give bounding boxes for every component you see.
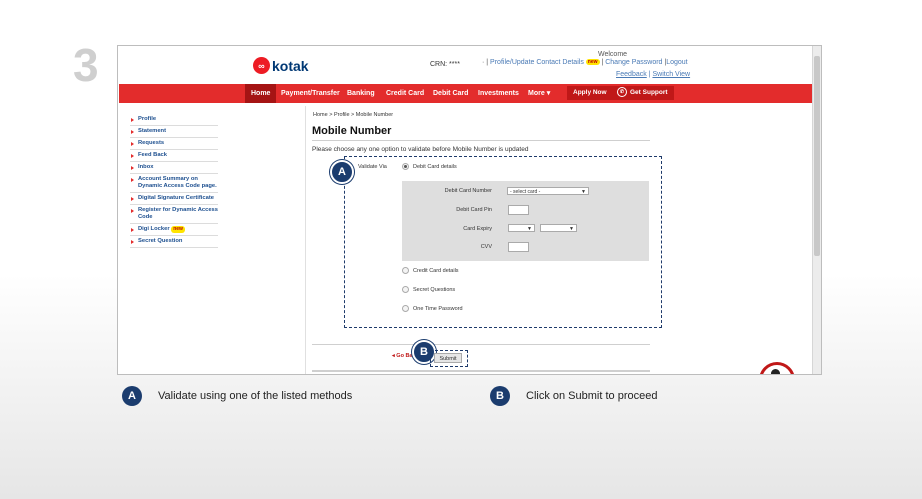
divider [305, 106, 306, 374]
card-expiry-year-select[interactable]: ▼ [540, 224, 577, 232]
change-password-link[interactable]: Change Password [605, 59, 662, 66]
sidebar-item-requests[interactable]: Requests [130, 138, 218, 150]
sidebar-item-profile[interactable]: Profile [130, 114, 218, 126]
radio-otp[interactable] [402, 305, 409, 312]
page-title: Mobile Number [312, 125, 392, 137]
option-credit-card-label: Credit Card details [413, 268, 459, 274]
select-card-value: - select card - [510, 189, 541, 195]
card-expiry-month-select[interactable]: ▼ [508, 224, 535, 232]
radio-credit-card[interactable] [402, 267, 409, 274]
debit-card-pin-label: Debit Card Pin [456, 207, 492, 213]
debit-card-panel: Debit Card Number - select card - ▼ Debit… [402, 181, 649, 261]
new-badge: new [585, 59, 600, 65]
new-badge: new [171, 226, 185, 233]
option-otp-label: One Time Password [413, 306, 463, 312]
nav-banking[interactable]: Banking [347, 84, 375, 103]
sidebar-item-inbox[interactable]: Inbox [130, 162, 218, 174]
sidebar-item-secret-question[interactable]: Secret Question [130, 236, 218, 248]
cvv-input[interactable] [508, 242, 529, 252]
sidebar-item-feedback[interactable]: Feed Back [130, 150, 218, 162]
nav-home[interactable]: Home [245, 84, 277, 103]
option-debit-card-label: Debit Card details [413, 164, 457, 170]
chevron-down-icon: ▼ [569, 226, 574, 232]
kotak-logo[interactable]: ∞ kotak [253, 57, 309, 74]
welcome-text: Welcome [598, 51, 628, 58]
scrollbar-thumb[interactable] [814, 56, 820, 256]
crn-label: CRN: **** [430, 61, 460, 68]
switch-view-link[interactable]: Switch View [652, 71, 690, 78]
support-chat-icon[interactable] [759, 362, 795, 374]
sidebar: Profile Statement Requests Feed Back Inb… [130, 114, 218, 248]
logo-text: kotak [272, 57, 309, 74]
chevron-down-icon: ▼ [527, 226, 532, 232]
legend-a-badge: A [122, 386, 142, 406]
feedback-link[interactable]: Feedback [616, 71, 647, 78]
main-nav: Home Payment/Transfer Banking Credit Car… [119, 84, 812, 103]
radio-secret-questions[interactable] [402, 286, 409, 293]
instruction-text: Please choose any one option to validate… [312, 146, 529, 153]
debit-card-number-label: Debit Card Number [444, 188, 492, 194]
legend-b: B Click on Submit to proceed [490, 386, 657, 406]
nav-more-label: More [528, 90, 545, 97]
sub-links: Feedback | Switch View [616, 71, 691, 78]
cvv-label: CVV [480, 244, 492, 250]
get-support-label: Get Support [630, 89, 668, 96]
nav-payment-transfer[interactable]: Payment/Transfer [281, 84, 340, 103]
get-support-button[interactable]: ✆ Get Support [611, 86, 674, 100]
profile-update-link[interactable]: Profile/Update Contact Details [490, 59, 584, 66]
legend-b-text: Click on Submit to proceed [526, 390, 658, 402]
sidebar-item-digi-locker[interactable]: Digi Locker new [130, 224, 218, 236]
option-secret-questions-label: Secret Questions [413, 287, 456, 293]
divider [312, 344, 650, 345]
phone-icon: ✆ [617, 87, 627, 98]
legend-a: A Validate using one of the listed metho… [122, 386, 352, 406]
step-number: 3 [73, 39, 99, 91]
kotak-logo-icon: ∞ [253, 57, 270, 74]
legend-a-text: Validate using one of the listed methods [158, 390, 353, 402]
chevron-down-icon: ▼ [581, 189, 586, 195]
sidebar-item-register-dac[interactable]: Register for Dynamic Access Code [130, 205, 218, 224]
validate-via-label: Validate Via [358, 164, 387, 170]
debit-card-pin-input[interactable] [508, 205, 529, 215]
divider [312, 370, 650, 372]
divider [312, 140, 650, 141]
nav-more[interactable]: More ▾ [528, 84, 550, 103]
sidebar-item-statement[interactable]: Statement [130, 126, 218, 138]
debit-card-number-select[interactable]: - select card - ▼ [507, 187, 589, 195]
apply-now-button[interactable]: Apply Now [567, 86, 613, 100]
scrollbar[interactable] [812, 46, 821, 374]
card-expiry-label: Card Expiry [463, 226, 492, 232]
sidebar-item-digital-signature[interactable]: Digital Signature Certificate [130, 193, 218, 205]
browser-screenshot-frame: ∞ kotak CRN: **** Welcome · | Profile/Up… [117, 45, 822, 375]
legend-b-badge: B [490, 386, 510, 406]
top-links: · | Profile/Update Contact Details new |… [482, 59, 688, 66]
submit-button[interactable]: Submit [434, 353, 462, 363]
nav-debit-card[interactable]: Debit Card [433, 84, 468, 103]
logout-link[interactable]: Logout [666, 59, 687, 66]
radio-debit-card[interactable] [402, 163, 409, 170]
sidebar-item-account-summary[interactable]: Account Summary on Dynamic Access Code p… [130, 174, 218, 193]
digi-locker-label: Digi Locker [138, 226, 170, 232]
nav-investments[interactable]: Investments [478, 84, 519, 103]
nav-credit-card[interactable]: Credit Card [386, 84, 424, 103]
chevron-down-icon: ▾ [546, 90, 551, 97]
breadcrumb: Home > Profile > Mobile Number [313, 112, 394, 118]
callout-a-badge: A [330, 160, 354, 184]
